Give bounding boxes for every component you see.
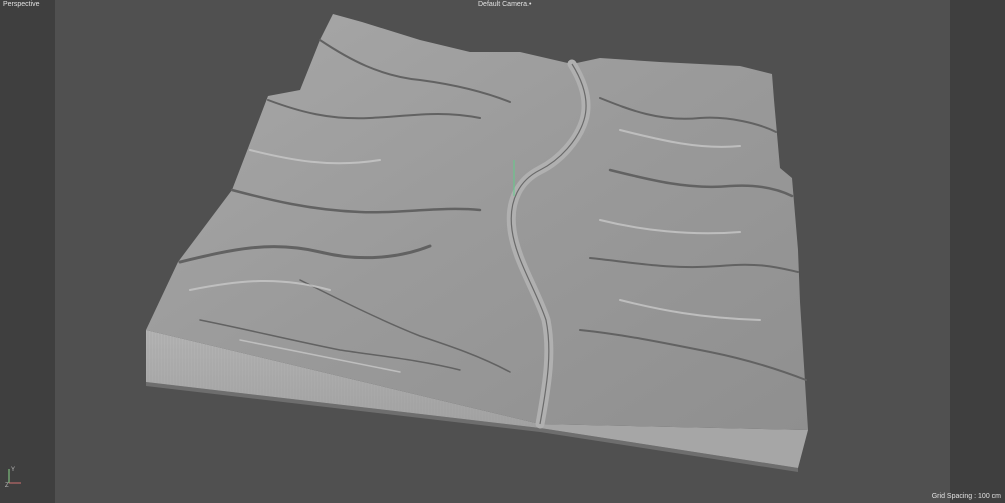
axis-gizmo: Y Z (5, 467, 21, 487)
camera-name-label[interactable]: Default Camera.• (478, 0, 531, 9)
viewport-panel[interactable]: Perspective Default Camera.• Y Z Grid Sp… (0, 0, 1005, 503)
camera-name: Default Camera (478, 1, 528, 8)
axis-z-label: Z (5, 483, 9, 487)
view-name-label[interactable]: Perspective (3, 0, 40, 9)
grid-spacing-label: Grid Spacing : 100 cm (931, 493, 1001, 500)
terrain-front-wall-right (540, 424, 808, 468)
terrain-model[interactable] (0, 0, 1005, 503)
camera-suffix: .• (527, 1, 532, 8)
axis-y-label: Y (11, 467, 15, 473)
